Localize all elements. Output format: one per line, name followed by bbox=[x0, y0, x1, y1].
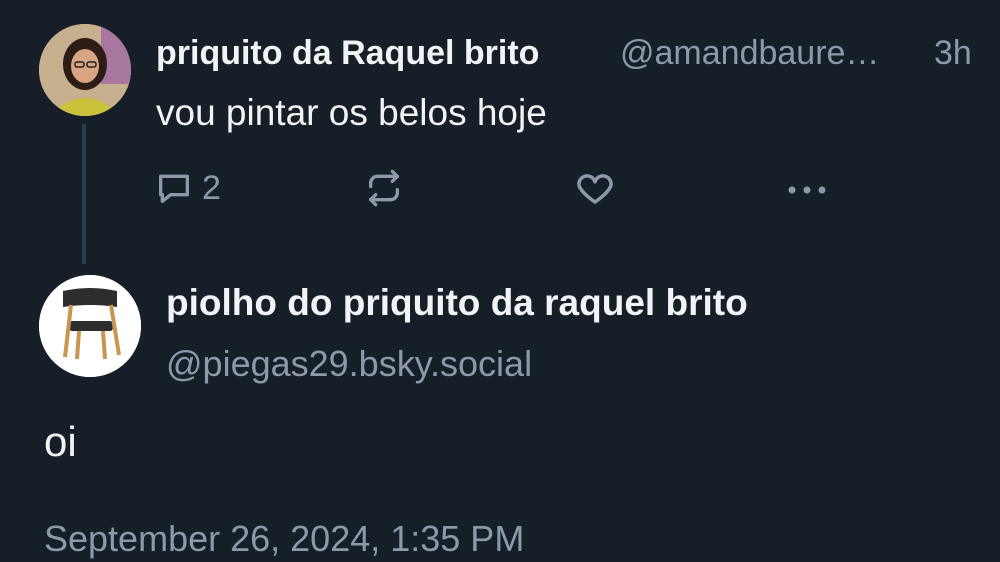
reply-button[interactable]: 2 bbox=[154, 166, 221, 210]
comment-bubble-icon bbox=[159, 174, 189, 203]
repost-button[interactable] bbox=[364, 166, 404, 210]
more-options-button[interactable] bbox=[784, 166, 830, 210]
parent-post-text: vou pintar os belos hoje bbox=[156, 92, 547, 133]
parent-author-name[interactable]: priquito da Raquel brito bbox=[156, 34, 539, 73]
heart-icon bbox=[577, 174, 613, 204]
avatar-photo-icon bbox=[39, 24, 131, 116]
parent-author-avatar[interactable] bbox=[39, 24, 131, 116]
reply-author-name[interactable]: piolho do priquito da raquel brito bbox=[166, 282, 748, 324]
parent-author-handle[interactable]: @amandbaure… bbox=[620, 34, 879, 73]
reply-author-avatar[interactable] bbox=[39, 275, 141, 377]
more-dots-icon bbox=[788, 186, 826, 194]
reply-count: 2 bbox=[202, 168, 221, 207]
reply-post-text: oi bbox=[44, 418, 77, 465]
thread-connector-line bbox=[82, 124, 86, 264]
reply-author-handle[interactable]: @piegas29.bsky.social bbox=[166, 343, 532, 385]
parent-post-time[interactable]: 3h bbox=[934, 34, 972, 73]
like-button[interactable] bbox=[574, 166, 616, 210]
reply-post-timestamp: September 26, 2024, 1:35 PM bbox=[44, 518, 525, 559]
chair-icon bbox=[39, 275, 141, 377]
repost-icon bbox=[369, 169, 399, 207]
